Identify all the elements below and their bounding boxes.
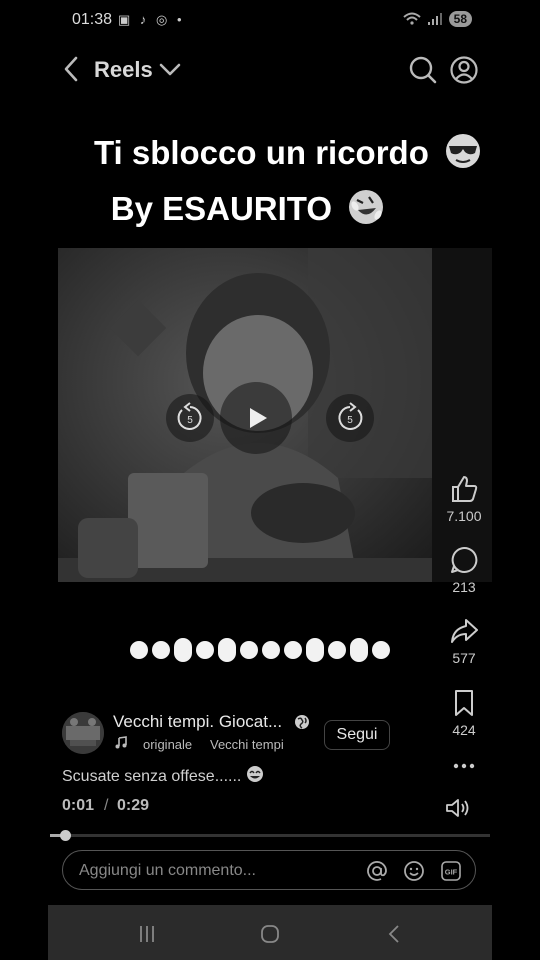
more-options-button[interactable] (434, 756, 494, 776)
current-time: 0:01 (62, 797, 95, 814)
sunglasses-emoji-icon (446, 134, 481, 168)
music-note-icon (115, 736, 127, 749)
thumbs-up-icon (452, 476, 478, 502)
subtitle-dot (130, 641, 148, 659)
share-action[interactable]: 577 (434, 616, 494, 666)
profile-icon[interactable] (449, 55, 479, 85)
play-button[interactable] (220, 382, 292, 454)
recent-apps-icon[interactable] (134, 921, 160, 947)
caption-text-2: By ESAURITO (110, 190, 333, 227)
globe-icon (295, 715, 309, 729)
rewind-icon: 5 (177, 402, 202, 430)
progress-knob[interactable] (60, 830, 72, 841)
share-count: 577 (452, 650, 476, 666)
subtitle-dot (174, 638, 192, 662)
comment-input[interactable] (77, 860, 341, 882)
comment-count: 213 (452, 579, 476, 595)
audio-source[interactable]: Vecchi tempi (210, 737, 284, 752)
subtitle-dots (130, 638, 390, 662)
grin-emoji-icon (246, 766, 263, 782)
subtitle-dot (262, 641, 280, 659)
save-action[interactable]: 424 (434, 688, 494, 738)
notification-icons: ▣ ♪ ◎ • (118, 12, 185, 27)
post-description[interactable]: Scusate senza offese...... (62, 765, 264, 786)
subtitle-dot (240, 641, 258, 659)
subtitle-dot (350, 638, 368, 662)
like-action[interactable]: 7.100 (434, 474, 494, 524)
time-separator: / (104, 797, 109, 814)
svg-text:5: 5 (187, 415, 193, 426)
gif-icon[interactable]: GIF (440, 860, 462, 882)
chevron-left-icon[interactable] (60, 54, 84, 84)
subtitle-dot (196, 641, 214, 659)
total-time: 0:29 (117, 797, 150, 814)
signal-icon (427, 13, 442, 25)
play-icon (250, 408, 267, 428)
back-nav-icon[interactable] (382, 921, 408, 947)
like-count: 7.100 (446, 508, 482, 524)
description-text: Scusate senza offese...... (62, 768, 242, 785)
home-icon[interactable] (257, 921, 283, 947)
forward-icon: 5 (338, 402, 363, 430)
bookmark-icon (455, 690, 473, 716)
svg-text:GIF: GIF (445, 868, 458, 877)
caption-line-1: Ti sblocco un ricordo (0, 132, 540, 172)
status-right: 58 (402, 11, 472, 27)
follow-button[interactable]: Segui (324, 720, 390, 750)
svg-text:5: 5 (347, 415, 353, 426)
subtitle-dot (284, 641, 302, 659)
account-name[interactable]: Vecchi tempi. Giocat... (113, 712, 282, 732)
comment-icon (451, 546, 478, 573)
share-icon (451, 619, 478, 643)
battery-indicator: 58 (448, 11, 472, 27)
subtitle-dot (372, 641, 390, 659)
subtitle-dot (328, 641, 346, 659)
avatar-image (62, 712, 104, 754)
rewind-5-button[interactable]: 5 (166, 394, 214, 442)
subtitle-dot (218, 638, 236, 662)
rofl-emoji-icon (349, 190, 384, 224)
caption-text-1: Ti sblocco un ricordo (93, 134, 429, 171)
system-nav-bar (48, 905, 492, 960)
audio-label[interactable]: originale (143, 737, 192, 752)
search-icon[interactable] (408, 55, 438, 85)
video-side-strip (432, 248, 492, 582)
subtitle-dot (306, 638, 324, 662)
forward-5-button[interactable]: 5 (326, 394, 374, 442)
avatar[interactable] (62, 712, 104, 754)
status-time: 01:38 (72, 11, 113, 28)
progress-track[interactable] (50, 834, 490, 837)
comment-action[interactable]: 213 (434, 545, 494, 595)
more-icon (453, 763, 475, 769)
chevron-down-icon[interactable] (158, 58, 182, 82)
save-count: 424 (452, 722, 476, 738)
caption-line-2: By ESAURITO (0, 188, 540, 228)
page-title[interactable]: Reels (94, 57, 153, 83)
wifi-icon (402, 12, 421, 25)
mention-icon[interactable] (366, 860, 388, 882)
video-player[interactable]: 5 5 (58, 248, 432, 582)
emoji-icon[interactable] (403, 860, 425, 882)
subtitle-dot (152, 641, 170, 659)
volume-icon[interactable] (444, 796, 470, 820)
